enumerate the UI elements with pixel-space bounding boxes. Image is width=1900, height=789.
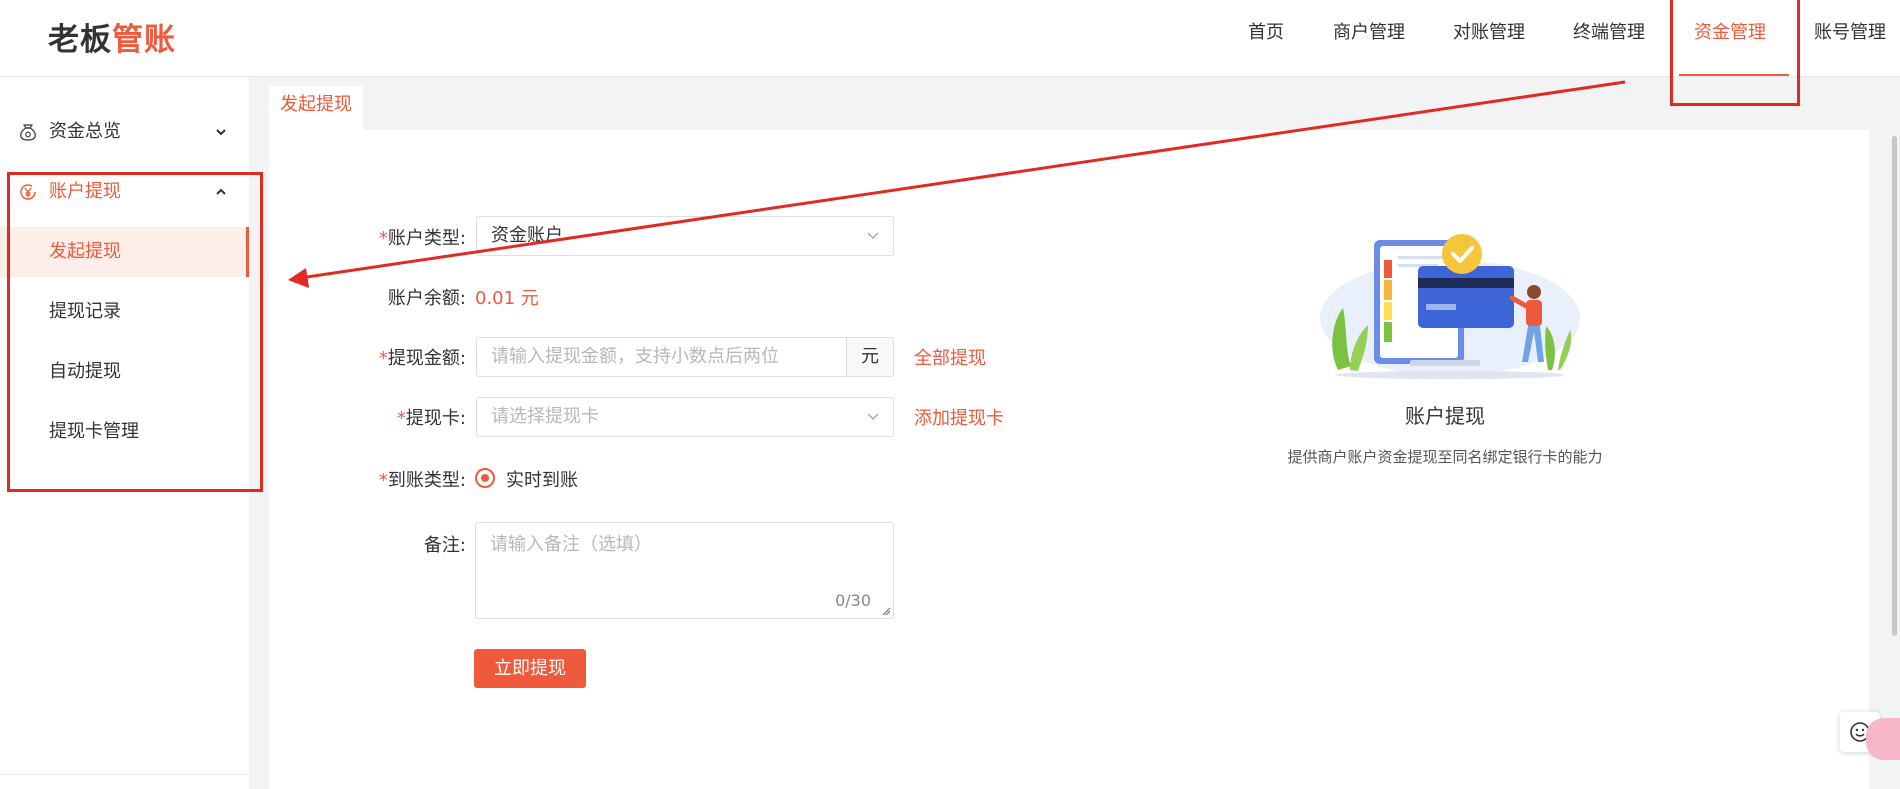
info-description: 提供商户账户资金提现至同名绑定银行卡的能力	[1287, 448, 1603, 466]
amount-placeholder: 请输入提现金额，支持小数点后两位	[491, 346, 779, 367]
arrival-type-label: *到账类型:	[378, 470, 466, 491]
logo-text-part2: 管账	[112, 22, 176, 58]
realtime-arrival-option-label: 实时到账	[506, 470, 578, 491]
withdrawal-card-select[interactable]: 请选择提现卡	[476, 397, 894, 437]
chevron-down-icon	[216, 129, 226, 136]
remark-textarea[interactable]: 请输入备注（选填） 0/30	[475, 522, 894, 619]
scrollbar[interactable]	[1890, 130, 1900, 670]
remark-label: 备注:	[423, 535, 466, 556]
sidebar-divider	[0, 774, 249, 775]
scrollbar-thumb[interactable]	[1892, 136, 1897, 636]
nav-reconciliation-management[interactable]: 对账管理	[1453, 0, 1525, 76]
card-placeholder: 请选择提现卡	[491, 406, 599, 427]
nav-account-management[interactable]: 账号管理	[1814, 0, 1886, 76]
withdraw-all-link[interactable]: 全部提现	[914, 344, 986, 370]
moneybag-icon	[20, 124, 36, 141]
assistant-float-tab[interactable]	[1866, 718, 1900, 760]
tab-initiate-withdrawal[interactable]: 发起提现	[269, 86, 363, 130]
account-type-label: *账户类型:	[378, 228, 466, 249]
balance-value: 0.01 元	[475, 288, 539, 309]
chevron-down-icon	[867, 413, 879, 420]
sidebar-group-label: 资金总览	[49, 121, 121, 142]
balance-label: 账户余额:	[387, 288, 466, 309]
top-bar: 老板管账 首页 商户管理 对账管理 终端管理 资金管理 账号管理	[0, 0, 1900, 77]
sidebar-group-fund-overview[interactable]: 资金总览	[0, 102, 249, 162]
amount-input[interactable]: 请输入提现金额，支持小数点后两位 元	[476, 337, 894, 377]
realtime-arrival-radio[interactable]	[475, 468, 495, 488]
remark-char-counter: 0/30	[835, 591, 871, 610]
nav-home[interactable]: 首页	[1248, 0, 1284, 76]
withdrawal-illustration	[1320, 234, 1580, 379]
account-type-select[interactable]: 资金账户	[476, 216, 894, 256]
logo-text-part1: 老板	[48, 22, 112, 58]
submit-withdrawal-button[interactable]: 立即提现	[474, 649, 586, 688]
add-withdrawal-card-link[interactable]: 添加提现卡	[914, 404, 1004, 430]
nav-merchant-management[interactable]: 商户管理	[1333, 0, 1405, 76]
annotation-highlight-box	[1670, 0, 1800, 106]
amount-label: *提现金额:	[378, 348, 466, 369]
chevron-down-icon	[867, 232, 879, 239]
info-title: 账户提现	[1405, 404, 1485, 428]
remark-placeholder: 请输入备注（选填）	[490, 534, 652, 555]
annotation-highlight-box	[7, 172, 263, 492]
account-type-value: 资金账户	[491, 225, 563, 246]
card-label: *提现卡:	[396, 408, 466, 429]
logo[interactable]: 老板管账	[48, 14, 176, 59]
resize-handle-icon[interactable]	[882, 607, 891, 616]
nav-terminal-management[interactable]: 终端管理	[1573, 0, 1645, 76]
amount-unit-suffix: 元	[846, 338, 893, 376]
